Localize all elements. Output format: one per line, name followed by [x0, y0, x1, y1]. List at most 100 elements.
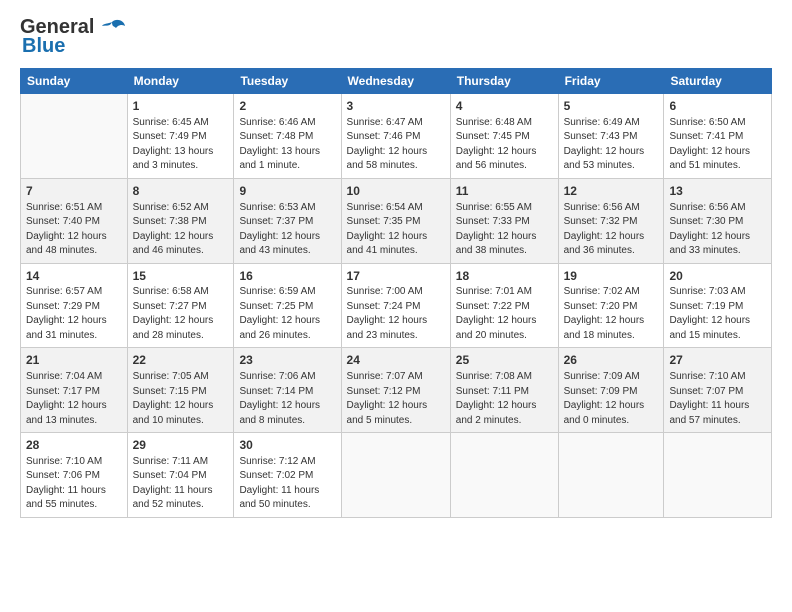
weekday-header-thursday: Thursday — [450, 69, 558, 94]
day-info: Sunrise: 7:08 AM Sunset: 7:11 PM Dayligh… — [456, 370, 553, 428]
calendar-cell: 27Sunrise: 7:10 AM Sunset: 7:07 PM Dayli… — [664, 348, 772, 433]
calendar-cell: 12Sunrise: 6:56 AM Sunset: 7:32 PM Dayli… — [558, 178, 664, 263]
calendar-cell — [21, 94, 128, 179]
calendar-cell: 14Sunrise: 6:57 AM Sunset: 7:29 PM Dayli… — [21, 263, 128, 348]
weekday-header-saturday: Saturday — [664, 69, 772, 94]
calendar-week-5: 28Sunrise: 7:10 AM Sunset: 7:06 PM Dayli… — [21, 433, 772, 518]
calendar-cell: 25Sunrise: 7:08 AM Sunset: 7:11 PM Dayli… — [450, 348, 558, 433]
calendar-cell: 15Sunrise: 6:58 AM Sunset: 7:27 PM Dayli… — [127, 263, 234, 348]
day-info: Sunrise: 7:09 AM Sunset: 7:09 PM Dayligh… — [564, 370, 659, 428]
day-number: 8 — [133, 183, 229, 200]
day-info: Sunrise: 7:05 AM Sunset: 7:15 PM Dayligh… — [133, 370, 229, 428]
calendar-week-2: 7Sunrise: 6:51 AM Sunset: 7:40 PM Daylig… — [21, 178, 772, 263]
day-info: Sunrise: 7:10 AM Sunset: 7:06 PM Dayligh… — [26, 455, 122, 513]
day-info: Sunrise: 7:12 AM Sunset: 7:02 PM Dayligh… — [239, 455, 335, 513]
calendar-header: SundayMondayTuesdayWednesdayThursdayFrid… — [21, 69, 772, 94]
day-number: 16 — [239, 268, 335, 285]
day-number: 21 — [26, 352, 122, 369]
day-info: Sunrise: 7:01 AM Sunset: 7:22 PM Dayligh… — [456, 285, 553, 343]
calendar-cell: 23Sunrise: 7:06 AM Sunset: 7:14 PM Dayli… — [234, 348, 341, 433]
weekday-header-wednesday: Wednesday — [341, 69, 450, 94]
calendar-cell: 20Sunrise: 7:03 AM Sunset: 7:19 PM Dayli… — [664, 263, 772, 348]
day-info: Sunrise: 6:55 AM Sunset: 7:33 PM Dayligh… — [456, 201, 553, 259]
calendar-week-4: 21Sunrise: 7:04 AM Sunset: 7:17 PM Dayli… — [21, 348, 772, 433]
calendar-cell: 18Sunrise: 7:01 AM Sunset: 7:22 PM Dayli… — [450, 263, 558, 348]
day-number: 6 — [669, 98, 766, 115]
logo-text-blue: Blue — [22, 35, 65, 58]
day-number: 15 — [133, 268, 229, 285]
weekday-header-tuesday: Tuesday — [234, 69, 341, 94]
day-number: 27 — [669, 352, 766, 369]
day-info: Sunrise: 6:51 AM Sunset: 7:40 PM Dayligh… — [26, 201, 122, 259]
day-number: 4 — [456, 98, 553, 115]
calendar: SundayMondayTuesdayWednesdayThursdayFrid… — [20, 68, 772, 518]
calendar-cell: 10Sunrise: 6:54 AM Sunset: 7:35 PM Dayli… — [341, 178, 450, 263]
calendar-cell: 11Sunrise: 6:55 AM Sunset: 7:33 PM Dayli… — [450, 178, 558, 263]
day-number: 20 — [669, 268, 766, 285]
day-info: Sunrise: 6:56 AM Sunset: 7:30 PM Dayligh… — [669, 201, 766, 259]
day-number: 1 — [133, 98, 229, 115]
calendar-cell — [450, 433, 558, 518]
day-info: Sunrise: 6:59 AM Sunset: 7:25 PM Dayligh… — [239, 285, 335, 343]
day-info: Sunrise: 6:45 AM Sunset: 7:49 PM Dayligh… — [133, 116, 229, 174]
calendar-cell: 5Sunrise: 6:49 AM Sunset: 7:43 PM Daylig… — [558, 94, 664, 179]
calendar-cell: 13Sunrise: 6:56 AM Sunset: 7:30 PM Dayli… — [664, 178, 772, 263]
day-info: Sunrise: 7:06 AM Sunset: 7:14 PM Dayligh… — [239, 370, 335, 428]
calendar-cell: 6Sunrise: 6:50 AM Sunset: 7:41 PM Daylig… — [664, 94, 772, 179]
calendar-week-3: 14Sunrise: 6:57 AM Sunset: 7:29 PM Dayli… — [21, 263, 772, 348]
calendar-cell: 8Sunrise: 6:52 AM Sunset: 7:38 PM Daylig… — [127, 178, 234, 263]
day-number: 10 — [347, 183, 445, 200]
calendar-cell: 30Sunrise: 7:12 AM Sunset: 7:02 PM Dayli… — [234, 433, 341, 518]
day-number: 12 — [564, 183, 659, 200]
calendar-cell: 9Sunrise: 6:53 AM Sunset: 7:37 PM Daylig… — [234, 178, 341, 263]
day-number: 23 — [239, 352, 335, 369]
calendar-cell: 1Sunrise: 6:45 AM Sunset: 7:49 PM Daylig… — [127, 94, 234, 179]
day-number: 5 — [564, 98, 659, 115]
calendar-cell: 19Sunrise: 7:02 AM Sunset: 7:20 PM Dayli… — [558, 263, 664, 348]
weekday-header-sunday: Sunday — [21, 69, 128, 94]
day-number: 14 — [26, 268, 122, 285]
day-number: 18 — [456, 268, 553, 285]
calendar-cell: 16Sunrise: 6:59 AM Sunset: 7:25 PM Dayli… — [234, 263, 341, 348]
day-number: 9 — [239, 183, 335, 200]
day-info: Sunrise: 6:46 AM Sunset: 7:48 PM Dayligh… — [239, 116, 335, 174]
day-info: Sunrise: 7:10 AM Sunset: 7:07 PM Dayligh… — [669, 370, 766, 428]
day-info: Sunrise: 7:03 AM Sunset: 7:19 PM Dayligh… — [669, 285, 766, 343]
day-number: 22 — [133, 352, 229, 369]
day-number: 29 — [133, 437, 229, 454]
day-info: Sunrise: 6:54 AM Sunset: 7:35 PM Dayligh… — [347, 201, 445, 259]
calendar-cell: 17Sunrise: 7:00 AM Sunset: 7:24 PM Dayli… — [341, 263, 450, 348]
calendar-cell: 28Sunrise: 7:10 AM Sunset: 7:06 PM Dayli… — [21, 433, 128, 518]
day-info: Sunrise: 6:58 AM Sunset: 7:27 PM Dayligh… — [133, 285, 229, 343]
calendar-cell: 26Sunrise: 7:09 AM Sunset: 7:09 PM Dayli… — [558, 348, 664, 433]
weekday-header-friday: Friday — [558, 69, 664, 94]
day-number: 13 — [669, 183, 766, 200]
day-number: 25 — [456, 352, 553, 369]
day-number: 2 — [239, 98, 335, 115]
day-info: Sunrise: 6:57 AM Sunset: 7:29 PM Dayligh… — [26, 285, 122, 343]
day-info: Sunrise: 7:07 AM Sunset: 7:12 PM Dayligh… — [347, 370, 445, 428]
calendar-cell: 7Sunrise: 6:51 AM Sunset: 7:40 PM Daylig… — [21, 178, 128, 263]
calendar-cell: 3Sunrise: 6:47 AM Sunset: 7:46 PM Daylig… — [341, 94, 450, 179]
calendar-cell: 21Sunrise: 7:04 AM Sunset: 7:17 PM Dayli… — [21, 348, 128, 433]
calendar-cell: 2Sunrise: 6:46 AM Sunset: 7:48 PM Daylig… — [234, 94, 341, 179]
day-number: 7 — [26, 183, 122, 200]
day-info: Sunrise: 7:02 AM Sunset: 7:20 PM Dayligh… — [564, 285, 659, 343]
calendar-week-1: 1Sunrise: 6:45 AM Sunset: 7:49 PM Daylig… — [21, 94, 772, 179]
calendar-cell: 4Sunrise: 6:48 AM Sunset: 7:45 PM Daylig… — [450, 94, 558, 179]
day-info: Sunrise: 6:48 AM Sunset: 7:45 PM Dayligh… — [456, 116, 553, 174]
logo: General Blue — [20, 16, 126, 58]
day-number: 24 — [347, 352, 445, 369]
logo-bird-icon — [98, 18, 126, 38]
day-info: Sunrise: 6:47 AM Sunset: 7:46 PM Dayligh… — [347, 116, 445, 174]
day-info: Sunrise: 6:56 AM Sunset: 7:32 PM Dayligh… — [564, 201, 659, 259]
day-info: Sunrise: 6:53 AM Sunset: 7:37 PM Dayligh… — [239, 201, 335, 259]
day-number: 3 — [347, 98, 445, 115]
day-number: 11 — [456, 183, 553, 200]
day-info: Sunrise: 7:04 AM Sunset: 7:17 PM Dayligh… — [26, 370, 122, 428]
day-info: Sunrise: 7:00 AM Sunset: 7:24 PM Dayligh… — [347, 285, 445, 343]
day-number: 26 — [564, 352, 659, 369]
weekday-header-monday: Monday — [127, 69, 234, 94]
day-number: 30 — [239, 437, 335, 454]
day-number: 19 — [564, 268, 659, 285]
